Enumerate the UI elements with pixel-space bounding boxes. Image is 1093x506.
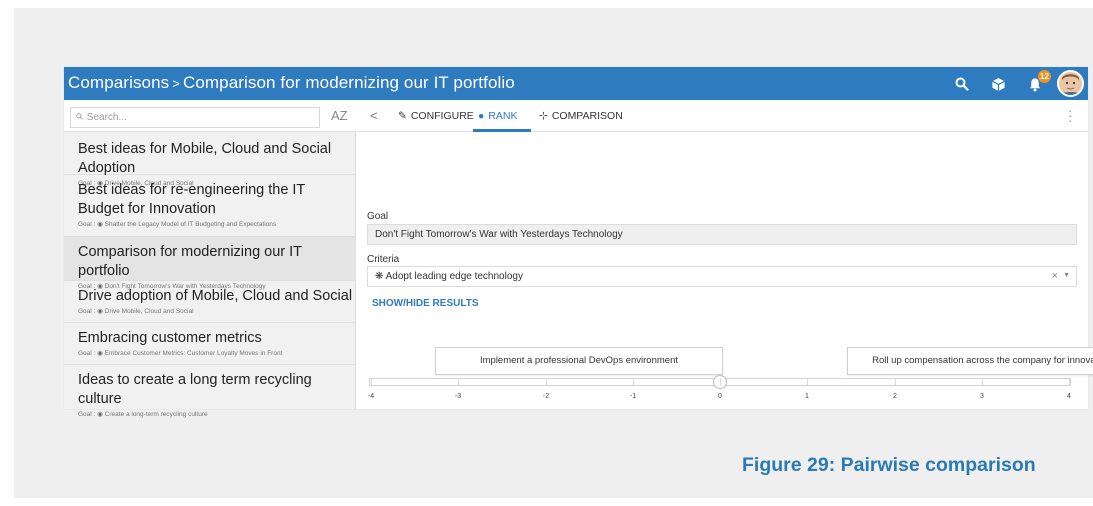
- criteria-select[interactable]: ❋ Adopt leading edge technology × ▼: [367, 266, 1077, 287]
- slider-tick-label: 2: [893, 393, 897, 400]
- slider-tick-label: 1: [805, 393, 809, 400]
- criteria-icon: ❋: [375, 271, 384, 282]
- breadcrumb-root[interactable]: Comparisons: [68, 73, 169, 92]
- criteria-value: Adopt leading edge technology: [385, 271, 523, 282]
- slider-tick-label: 4: [1067, 393, 1071, 400]
- figure-caption: Figure 29: Pairwise comparison: [742, 454, 1036, 476]
- list-item[interactable]: Ideas to create a long term recycling cu…: [64, 365, 356, 418]
- target-icon: ◉: [97, 308, 103, 315]
- left-option-button[interactable]: Implement a professional DevOps environm…: [435, 347, 723, 375]
- main-panel: < ✎ CONFIGURE ● RANK ⊹ COMPARISON · · · Goal …: [357, 100, 1093, 409]
- list-item-title: Embracing customer metrics: [78, 330, 262, 346]
- clear-icon[interactable]: ×: [1052, 270, 1058, 282]
- list-item-selected[interactable]: Comparison for modernizing our IT portfo…: [64, 237, 356, 290]
- list-item[interactable]: Embracing customer metrics Goal : ◉ Embr…: [64, 323, 356, 365]
- breadcrumb: Comparisons > Comparison for modernizing o…: [68, 73, 515, 93]
- list-item-title: Drive adoption of Mobile, Cloud and Soci…: [78, 288, 353, 304]
- show-hide-results-link[interactable]: SHOW/HIDE RESULTS: [372, 298, 478, 309]
- list-item-title: Ideas to create a long term recycling cu…: [78, 372, 312, 407]
- slider-tick: [982, 379, 983, 385]
- goal-label: Goal: [367, 211, 389, 222]
- slider-tick: [720, 379, 721, 385]
- sidebar: Search... AZ Best ideas for Mobile, Clou…: [64, 100, 356, 418]
- list-item-goal: Goal : ◉ Drive Mobile, Cloud and Social: [78, 308, 194, 315]
- right-option-button[interactable]: Roll up compensation across the company …: [847, 347, 1093, 375]
- top-bar: Comparisons > Comparison for modernizing o…: [64, 67, 1088, 100]
- slider-tick: [807, 379, 808, 385]
- rank-icon: ●: [478, 110, 485, 122]
- slider-tick-label: -3: [454, 393, 462, 400]
- chevron-down-icon[interactable]: ▼: [1063, 272, 1070, 279]
- search-input[interactable]: Search...: [70, 107, 320, 128]
- slider-tick: [895, 379, 896, 385]
- search-icon: [76, 112, 86, 123]
- tab-bar: < ✎ CONFIGURE ● RANK ⊹ COMPARISON · · ·: [357, 100, 1088, 132]
- slider-tick: [1069, 379, 1070, 385]
- slider-tick-label: -2: [542, 393, 550, 400]
- slider-tick-label: -1: [629, 393, 637, 400]
- notification-badge: 12: [1038, 70, 1051, 83]
- criteria-label: Criteria: [367, 254, 400, 265]
- list-item[interactable]: Drive adoption of Mobile, Cloud and Soci…: [64, 281, 356, 323]
- list-item-goal: Goal : ◉ Create a long-term recycling cu…: [78, 411, 208, 418]
- list-item-goal: Goal : ◉ Shatter the Legacy Model of IT …: [78, 221, 277, 228]
- tab-rank[interactable]: ● RANK: [478, 110, 518, 122]
- search-row: Search... AZ: [64, 100, 356, 132]
- compare-icon: ⊹: [539, 110, 548, 122]
- target-icon: ◉: [97, 221, 103, 228]
- breadcrumb-separator: >: [172, 76, 180, 91]
- slider-tick: [546, 379, 547, 385]
- sort-az-button[interactable]: AZ: [331, 108, 348, 123]
- slider-tick: [371, 379, 372, 385]
- goal-field: Don't Fight Tomorrow's War with Yesterda…: [367, 224, 1077, 245]
- slider-tick-label: -4: [367, 393, 375, 400]
- target-icon: ◉: [97, 411, 103, 418]
- pencil-icon: ✎: [398, 110, 407, 122]
- slider-tick: [458, 379, 459, 385]
- list-item[interactable]: Best ideas for re-engineering the IT Bud…: [64, 175, 356, 237]
- target-icon: ◉: [97, 350, 103, 357]
- slider-tick: [633, 379, 634, 385]
- back-button[interactable]: <: [370, 108, 378, 123]
- list-item[interactable]: Best ideas for Mobile, Cloud and Social …: [64, 134, 356, 187]
- tab-configure[interactable]: ✎ CONFIGURE: [398, 110, 474, 122]
- tab-comparison[interactable]: ⊹ COMPARISON: [539, 110, 623, 122]
- slider-tick-label: 3: [980, 393, 984, 400]
- search-icon[interactable]: [953, 75, 971, 93]
- cube-icon[interactable]: [989, 75, 1007, 93]
- more-options-icon[interactable]: · · ·: [1068, 104, 1072, 127]
- list-item-title: Comparison for modernizing our IT portfo…: [78, 244, 302, 279]
- active-tab-indicator: [473, 129, 531, 132]
- avatar[interactable]: [1057, 70, 1084, 97]
- breadcrumb-current: Comparison for modernizing our IT portfo…: [182, 73, 515, 92]
- list-item-title: Best ideas for Mobile, Cloud and Social …: [78, 141, 332, 176]
- app-window: Comparisons > Comparison for modernizing o…: [64, 67, 1093, 418]
- list-item-title: Best ideas for re-engineering the IT Bud…: [78, 182, 306, 217]
- search-placeholder: Search...: [86, 112, 127, 123]
- list-item-goal: Goal : ◉ Embrace Customer Metrics: Custo…: [78, 350, 283, 357]
- slider-tick-label: 0: [718, 393, 722, 400]
